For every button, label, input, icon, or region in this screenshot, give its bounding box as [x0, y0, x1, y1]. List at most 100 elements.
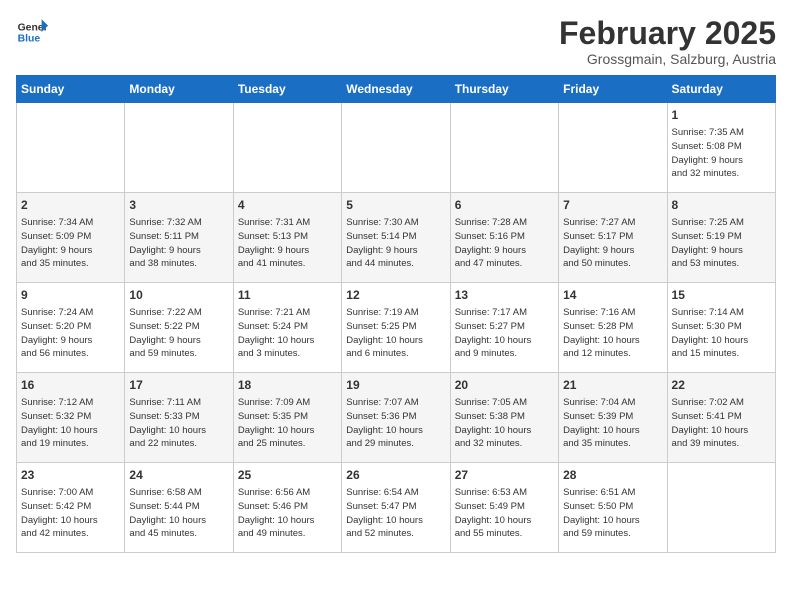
calendar-day-25: 25 Sunrise: 6:56 AM Sunset: 5:46 PM Dayli… [233, 463, 341, 553]
day-number: 4 [238, 197, 337, 214]
weekday-header-row: SundayMondayTuesdayWednesdayThursdayFrid… [17, 76, 776, 103]
day-number: 3 [129, 197, 228, 214]
weekday-header-friday: Friday [559, 76, 667, 103]
calendar-day-9: 9Sunrise: 7:24 AM Sunset: 5:20 PM Daylig… [17, 283, 125, 373]
calendar-day-19: 19 Sunrise: 7:07 AM Sunset: 5:36 PM Dayli… [342, 373, 450, 463]
day-number: 21 [563, 377, 662, 394]
calendar-day-13: 13 Sunrise: 7:17 AM Sunset: 5:27 PM Dayli… [450, 283, 558, 373]
location: Grossgmain, Salzburg, Austria [559, 51, 776, 67]
calendar-day-21: 21 Sunrise: 7:04 AM Sunset: 5:39 PM Dayli… [559, 373, 667, 463]
day-info: Sunrise: 7:02 AM Sunset: 5:41 PM Dayligh… [672, 396, 771, 451]
day-number: 24 [129, 467, 228, 484]
day-number: 6 [455, 197, 554, 214]
day-number: 26 [346, 467, 445, 484]
page-header: General Blue February 2025 Grossgmain, S… [16, 16, 776, 67]
day-info: Sunrise: 7:30 AM Sunset: 5:14 PM Dayligh… [346, 216, 445, 271]
day-info: Sunrise: 7:35 AM Sunset: 5:08 PM Dayligh… [672, 126, 771, 181]
calendar-day-5: 5 Sunrise: 7:30 AM Sunset: 5:14 PM Daylig… [342, 193, 450, 283]
day-number: 11 [238, 287, 337, 304]
day-info: Sunrise: 6:56 AM Sunset: 5:46 PM Dayligh… [238, 486, 337, 541]
day-number: 27 [455, 467, 554, 484]
day-info: Sunrise: 7:34 AM Sunset: 5:09 PM Dayligh… [21, 216, 120, 271]
day-info: Sunrise: 7:21 AM Sunset: 5:24 PM Dayligh… [238, 306, 337, 361]
calendar-day-12: 12 Sunrise: 7:19 AM Sunset: 5:25 PM Dayli… [342, 283, 450, 373]
day-info: Sunrise: 7:17 AM Sunset: 5:27 PM Dayligh… [455, 306, 554, 361]
weekday-header-monday: Monday [125, 76, 233, 103]
calendar-day-6: 6 Sunrise: 7:28 AM Sunset: 5:16 PM Daylig… [450, 193, 558, 283]
day-info: Sunrise: 6:51 AM Sunset: 5:50 PM Dayligh… [563, 486, 662, 541]
day-info: Sunrise: 7:11 AM Sunset: 5:33 PM Dayligh… [129, 396, 228, 451]
empty-day [559, 103, 667, 193]
day-info: Sunrise: 7:12 AM Sunset: 5:32 PM Dayligh… [21, 396, 120, 451]
day-info: Sunrise: 7:25 AM Sunset: 5:19 PM Dayligh… [672, 216, 771, 271]
empty-day [233, 103, 341, 193]
calendar-day-22: 22 Sunrise: 7:02 AM Sunset: 5:41 PM Dayli… [667, 373, 775, 463]
day-info: Sunrise: 7:32 AM Sunset: 5:11 PM Dayligh… [129, 216, 228, 271]
calendar-week-row: 2Sunrise: 7:34 AM Sunset: 5:09 PM Daylig… [17, 193, 776, 283]
calendar-day-10: 10 Sunrise: 7:22 AM Sunset: 5:22 PM Dayli… [125, 283, 233, 373]
day-info: Sunrise: 7:24 AM Sunset: 5:20 PM Dayligh… [21, 306, 120, 361]
calendar-day-16: 16 Sunrise: 7:12 AM Sunset: 5:32 PM Dayli… [17, 373, 125, 463]
day-info: Sunrise: 7:19 AM Sunset: 5:25 PM Dayligh… [346, 306, 445, 361]
day-info: Sunrise: 7:28 AM Sunset: 5:16 PM Dayligh… [455, 216, 554, 271]
day-number: 1 [672, 107, 771, 124]
calendar-day-18: 18 Sunrise: 7:09 AM Sunset: 5:35 PM Dayli… [233, 373, 341, 463]
day-info: Sunrise: 7:04 AM Sunset: 5:39 PM Dayligh… [563, 396, 662, 451]
day-number: 22 [672, 377, 771, 394]
day-info: Sunrise: 7:31 AM Sunset: 5:13 PM Dayligh… [238, 216, 337, 271]
calendar-week-row: 1 Sunrise: 7:35 AM Sunset: 5:08 PM Daylig… [17, 103, 776, 193]
calendar-day-8: 8Sunrise: 7:25 AM Sunset: 5:19 PM Daylig… [667, 193, 775, 283]
day-info: Sunrise: 7:14 AM Sunset: 5:30 PM Dayligh… [672, 306, 771, 361]
day-info: Sunrise: 7:05 AM Sunset: 5:38 PM Dayligh… [455, 396, 554, 451]
calendar-day-4: 4 Sunrise: 7:31 AM Sunset: 5:13 PM Daylig… [233, 193, 341, 283]
empty-day [450, 103, 558, 193]
day-number: 10 [129, 287, 228, 304]
day-info: Sunrise: 6:53 AM Sunset: 5:49 PM Dayligh… [455, 486, 554, 541]
day-number: 28 [563, 467, 662, 484]
day-number: 20 [455, 377, 554, 394]
day-info: Sunrise: 7:00 AM Sunset: 5:42 PM Dayligh… [21, 486, 120, 541]
day-number: 23 [21, 467, 120, 484]
day-info: Sunrise: 6:58 AM Sunset: 5:44 PM Dayligh… [129, 486, 228, 541]
empty-day [667, 463, 775, 553]
empty-day [342, 103, 450, 193]
day-number: 16 [21, 377, 120, 394]
logo-icon: General Blue [16, 16, 48, 48]
calendar-day-3: 3 Sunrise: 7:32 AM Sunset: 5:11 PM Daylig… [125, 193, 233, 283]
calendar-day-20: 20 Sunrise: 7:05 AM Sunset: 5:38 PM Dayli… [450, 373, 558, 463]
svg-text:Blue: Blue [18, 34, 41, 45]
weekday-header-sunday: Sunday [17, 76, 125, 103]
calendar-week-row: 16 Sunrise: 7:12 AM Sunset: 5:32 PM Dayli… [17, 373, 776, 463]
empty-day [125, 103, 233, 193]
day-info: Sunrise: 7:16 AM Sunset: 5:28 PM Dayligh… [563, 306, 662, 361]
weekday-header-saturday: Saturday [667, 76, 775, 103]
title-block: February 2025 Grossgmain, Salzburg, Aust… [559, 16, 776, 67]
calendar-day-2: 2Sunrise: 7:34 AM Sunset: 5:09 PM Daylig… [17, 193, 125, 283]
day-info: Sunrise: 7:07 AM Sunset: 5:36 PM Dayligh… [346, 396, 445, 451]
day-info: Sunrise: 6:54 AM Sunset: 5:47 PM Dayligh… [346, 486, 445, 541]
day-number: 25 [238, 467, 337, 484]
calendar-day-28: 28 Sunrise: 6:51 AM Sunset: 5:50 PM Dayli… [559, 463, 667, 553]
calendar-day-27: 27 Sunrise: 6:53 AM Sunset: 5:49 PM Dayli… [450, 463, 558, 553]
calendar-day-26: 26 Sunrise: 6:54 AM Sunset: 5:47 PM Dayli… [342, 463, 450, 553]
calendar-day-1: 1 Sunrise: 7:35 AM Sunset: 5:08 PM Daylig… [667, 103, 775, 193]
day-number: 14 [563, 287, 662, 304]
day-info: Sunrise: 7:09 AM Sunset: 5:35 PM Dayligh… [238, 396, 337, 451]
calendar-week-row: 23 Sunrise: 7:00 AM Sunset: 5:42 PM Dayli… [17, 463, 776, 553]
day-number: 7 [563, 197, 662, 214]
weekday-header-thursday: Thursday [450, 76, 558, 103]
calendar-table: SundayMondayTuesdayWednesdayThursdayFrid… [16, 75, 776, 553]
day-number: 18 [238, 377, 337, 394]
calendar-day-23: 23 Sunrise: 7:00 AM Sunset: 5:42 PM Dayli… [17, 463, 125, 553]
month-year: February 2025 [559, 16, 776, 51]
day-number: 12 [346, 287, 445, 304]
calendar-day-15: 15Sunrise: 7:14 AM Sunset: 5:30 PM Dayli… [667, 283, 775, 373]
day-number: 5 [346, 197, 445, 214]
weekday-header-wednesday: Wednesday [342, 76, 450, 103]
calendar-day-7: 7Sunrise: 7:27 AM Sunset: 5:17 PM Daylig… [559, 193, 667, 283]
calendar-day-24: 24 Sunrise: 6:58 AM Sunset: 5:44 PM Dayli… [125, 463, 233, 553]
day-number: 19 [346, 377, 445, 394]
calendar-week-row: 9Sunrise: 7:24 AM Sunset: 5:20 PM Daylig… [17, 283, 776, 373]
day-number: 13 [455, 287, 554, 304]
day-info: Sunrise: 7:22 AM Sunset: 5:22 PM Dayligh… [129, 306, 228, 361]
